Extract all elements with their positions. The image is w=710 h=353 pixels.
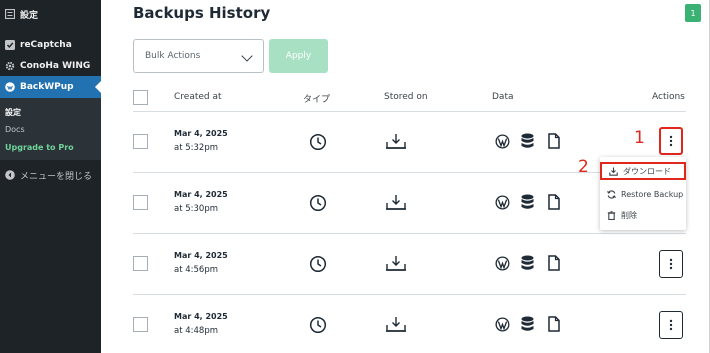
menu-item-restore[interactable]: Restore Backup [600, 185, 686, 203]
database-icon [521, 316, 534, 331]
backup-time: at 4:56pm [174, 265, 219, 275]
row-checkbox[interactable] [133, 195, 148, 210]
annotation-step-1: 1 [634, 128, 645, 148]
row-actions-button[interactable] [659, 311, 683, 339]
download-icon [609, 167, 618, 176]
sidebar-item-label: BackWPup [20, 82, 74, 92]
clock-icon [309, 133, 327, 151]
sidebar-item-settings[interactable]: 設定 [0, 3, 101, 25]
chevron-down-icon [241, 50, 253, 62]
apply-button[interactable]: Apply [269, 39, 328, 73]
row-actions-button[interactable] [659, 250, 683, 278]
backup-time: at 4:48pm [174, 326, 219, 336]
row-divider [133, 111, 686, 112]
backup-date: Mar 4, 2025 [174, 129, 228, 138]
clock-icon [309, 316, 327, 334]
sidebar-item-label: ConoHa WING [20, 61, 91, 71]
row-actions-menu: ダウンロード Restore Backup 削除 [600, 157, 686, 230]
collapse-arrow-icon [5, 170, 15, 180]
clock-icon [309, 255, 327, 273]
menu-item-label: Restore Backup [621, 189, 684, 199]
checkbox-icon [5, 40, 15, 50]
column-header-created-at: Created at [174, 92, 222, 102]
row-actions-button[interactable] [659, 127, 683, 155]
menu-item-delete[interactable]: 削除 [600, 206, 686, 224]
backup-date: Mar 4, 2025 [174, 190, 228, 199]
row-checkbox[interactable] [133, 134, 148, 149]
submenu-item-settings[interactable]: 設定 [5, 107, 21, 118]
wordpress-icon [495, 317, 510, 332]
sidebar-submenu: 設定 Docs Upgrade to Pro [0, 98, 101, 160]
count-badge: 1 [685, 4, 701, 22]
more-vertical-icon [669, 258, 673, 270]
menu-item-download[interactable]: ダウンロード [600, 162, 686, 180]
column-header-stored-on: Stored on [384, 92, 428, 102]
more-vertical-icon [669, 319, 673, 331]
database-icon [521, 133, 534, 148]
backup-date: Mar 4, 2025 [174, 251, 228, 260]
collapse-menu-label: メニューを閉じる [20, 171, 93, 182]
bulk-actions-label: Bulk Actions [145, 51, 201, 61]
row-divider [133, 233, 686, 234]
row-checkbox[interactable] [133, 256, 148, 271]
trash-icon [607, 210, 616, 220]
bulk-actions-select[interactable]: Bulk Actions [133, 39, 264, 73]
backwpup-logo-icon [5, 82, 15, 92]
file-icon [548, 316, 560, 332]
sidebar-item-recaptcha[interactable]: reCaptcha [0, 34, 101, 56]
column-header-type: タイプ [303, 95, 331, 105]
backup-date: Mar 4, 2025 [174, 312, 228, 321]
storage-download-icon [386, 195, 406, 210]
column-header-actions: Actions [652, 92, 685, 102]
page-title: Backups History [133, 4, 271, 22]
file-icon [548, 194, 560, 210]
database-icon [521, 255, 534, 270]
file-icon [548, 255, 560, 271]
database-icon [521, 194, 534, 209]
annotation-step-2: 2 [578, 157, 589, 177]
gear-icon [5, 61, 15, 71]
file-icon [548, 133, 560, 149]
sidebar-item-label: 設定 [20, 10, 39, 21]
sidebar-item-label: reCaptcha [20, 40, 72, 50]
more-vertical-icon [669, 135, 673, 147]
row-divider [133, 294, 686, 295]
collapse-menu-button[interactable]: メニューを閉じる [0, 164, 101, 186]
storage-download-icon [386, 134, 406, 149]
sidebar-item-conoha-wing[interactable]: ConoHa WING [0, 55, 101, 77]
wordpress-icon [495, 195, 510, 210]
backup-time: at 5:30pm [174, 204, 219, 214]
admin-sidebar: 設定 reCaptcha ConoHa WING BackWPup 設定 Doc… [0, 0, 101, 353]
storage-download-icon [386, 317, 406, 332]
column-header-data: Data [492, 92, 514, 102]
main-content: Backups History 1 Bulk Actions Apply Cre… [101, 0, 710, 353]
clock-icon [309, 194, 327, 212]
restore-icon [607, 189, 616, 199]
sidebar-item-backwpup[interactable]: BackWPup [0, 76, 101, 98]
select-all-checkbox[interactable] [133, 90, 148, 105]
settings-square-icon [4, 8, 16, 20]
menu-item-label: ダウンロード [623, 166, 671, 176]
submenu-item-upgrade[interactable]: Upgrade to Pro [5, 143, 74, 152]
wordpress-icon [495, 256, 510, 271]
menu-item-label: 削除 [621, 210, 637, 220]
submenu-item-docs[interactable]: Docs [5, 125, 25, 134]
wordpress-icon [495, 134, 510, 149]
row-checkbox[interactable] [133, 317, 148, 332]
backup-time: at 5:32pm [174, 143, 219, 153]
storage-download-icon [386, 256, 406, 271]
